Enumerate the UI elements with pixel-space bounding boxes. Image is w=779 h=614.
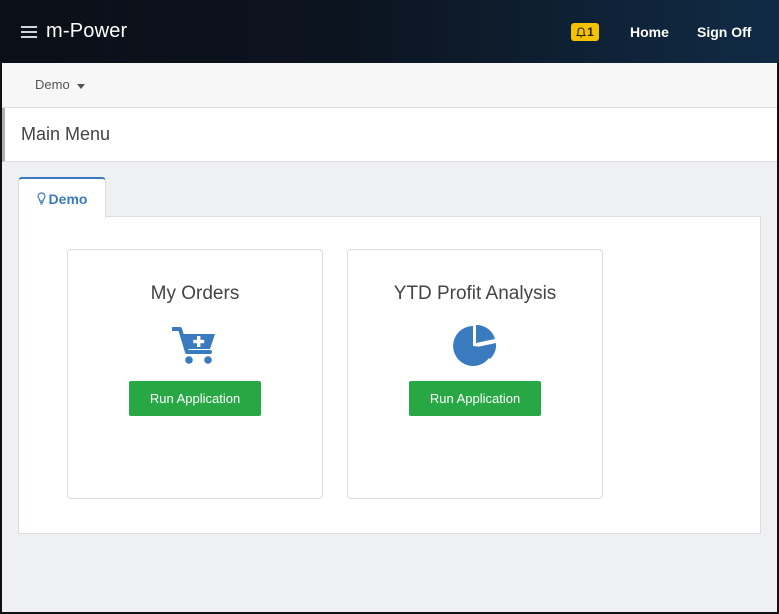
- card-title: My Orders: [150, 283, 240, 304]
- app-card-ytd-profit-analysis: YTD Profit Analysis Run Application: [347, 249, 603, 499]
- secondary-menu-bar: Demo: [2, 63, 777, 108]
- run-application-button[interactable]: Run Application: [409, 381, 541, 416]
- cart-plus-icon: [172, 327, 215, 364]
- demo-menu-label: Demo: [35, 77, 70, 92]
- run-application-button[interactable]: Run Application: [129, 381, 261, 416]
- tab-demo-label: Demo: [48, 190, 88, 207]
- brand-logo[interactable]: m-Power: [46, 20, 127, 43]
- notification-badge[interactable]: 1: [571, 23, 599, 41]
- top-navbar: m-Power 1 Home Sign Off: [0, 0, 779, 63]
- bell-icon: [576, 26, 587, 38]
- tab-demo[interactable]: Demo: [18, 177, 106, 218]
- card-title: YTD Profit Analysis: [393, 283, 557, 304]
- app-card-my-orders: My Orders Run Application: [67, 249, 323, 499]
- page-title: Main Menu: [21, 124, 111, 144]
- nav-home-link[interactable]: Home: [630, 24, 669, 40]
- hamburger-menu-icon[interactable]: [21, 25, 37, 39]
- caret-down-icon: [76, 83, 85, 89]
- pie-chart-icon: [453, 325, 497, 366]
- nav-sign-off-link[interactable]: Sign Off: [697, 24, 751, 40]
- lightbulb-icon: [36, 192, 46, 205]
- page-title-bar: Main Menu: [2, 108, 777, 162]
- notification-count: 1: [587, 25, 594, 39]
- demo-menu-dropdown[interactable]: Demo: [35, 77, 85, 92]
